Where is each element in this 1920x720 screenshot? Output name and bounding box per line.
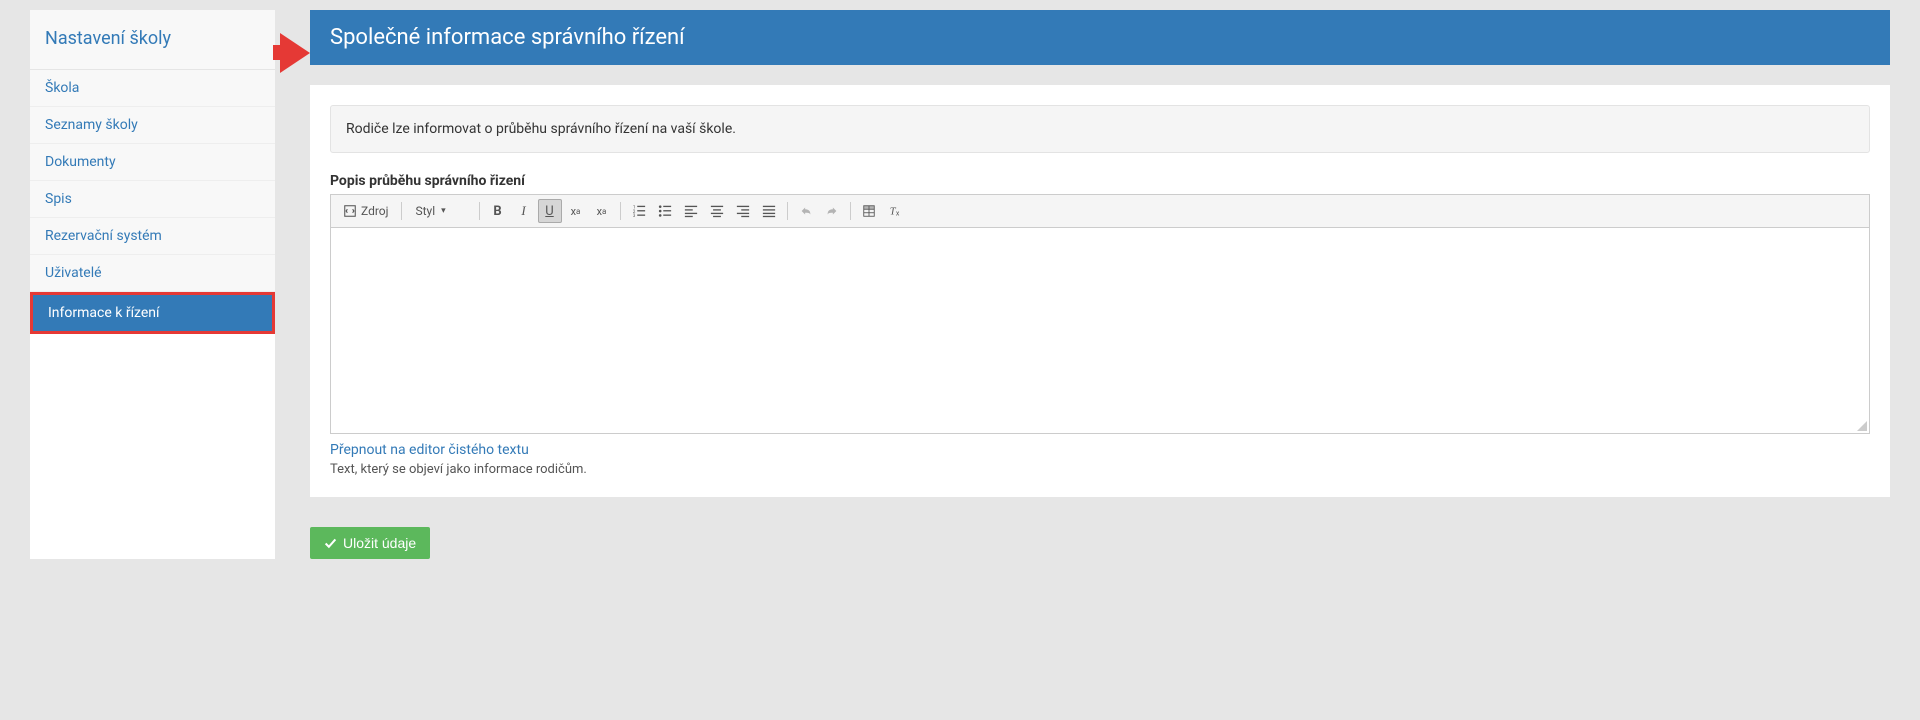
toolbar-separator	[620, 202, 621, 220]
styles-dropdown[interactable]: Styl	[408, 202, 473, 220]
field-label: Popis průběhu správního řizení	[330, 173, 1870, 189]
remove-format-button[interactable]: Tx	[883, 199, 907, 223]
save-button-label: Uložit údaje	[343, 535, 416, 551]
redo-button[interactable]	[820, 199, 844, 223]
field-help-text: Text, který se objeví jako informace rod…	[330, 462, 1870, 477]
sidebar-item-rezervacni[interactable]: Rezervační systém	[30, 218, 275, 255]
ordered-list-button[interactable]: 123	[627, 199, 651, 223]
undo-icon	[799, 204, 813, 218]
editor-textarea[interactable]	[331, 228, 1869, 433]
ordered-list-icon: 123	[632, 204, 646, 218]
svg-text:x: x	[895, 209, 899, 217]
resize-handle-icon[interactable]	[1857, 421, 1867, 431]
save-button[interactable]: Uložit údaje	[310, 527, 430, 559]
align-left-button[interactable]	[679, 199, 703, 223]
underline-button[interactable]: U	[538, 199, 562, 223]
table-button[interactable]	[857, 199, 881, 223]
svg-text:3: 3	[632, 214, 635, 218]
info-message: Rodiče lze informovat o průběhu správníh…	[330, 105, 1870, 153]
bold-button[interactable]: B	[486, 199, 510, 223]
table-icon	[862, 204, 876, 218]
unordered-list-button[interactable]	[653, 199, 677, 223]
sidebar-item-spis[interactable]: Spis	[30, 181, 275, 218]
sidebar: Nastavení školy Škola Seznamy školy Doku…	[30, 10, 275, 559]
italic-button[interactable]: I	[512, 199, 536, 223]
align-center-button[interactable]	[705, 199, 729, 223]
align-left-icon	[684, 204, 698, 218]
source-icon	[343, 204, 357, 218]
sidebar-item-dokumenty[interactable]: Dokumenty	[30, 144, 275, 181]
content-panel: Rodiče lze informovat o průběhu správníh…	[310, 85, 1890, 497]
sidebar-item-skola[interactable]: Škola	[30, 70, 275, 107]
rich-text-editor: Zdroj Styl B I U xa xa 123	[330, 194, 1870, 434]
superscript-button[interactable]: xa	[590, 199, 614, 223]
toolbar-separator	[787, 202, 788, 220]
toolbar-separator	[401, 202, 402, 220]
page-title: Společné informace správního řízení	[310, 10, 1890, 65]
align-right-icon	[736, 204, 750, 218]
toolbar-separator	[479, 202, 480, 220]
undo-button[interactable]	[794, 199, 818, 223]
align-center-icon	[710, 204, 724, 218]
align-justify-button[interactable]	[757, 199, 781, 223]
redo-icon	[825, 204, 839, 218]
main-content: Společné informace správního řízení Rodi…	[310, 10, 1890, 559]
subscript-button[interactable]: xa	[564, 199, 588, 223]
align-right-button[interactable]	[731, 199, 755, 223]
unordered-list-icon	[658, 204, 672, 218]
sidebar-item-uzivatele[interactable]: Uživatelé	[30, 255, 275, 292]
check-icon	[324, 537, 337, 550]
sidebar-title: Nastavení školy	[30, 10, 275, 70]
sidebar-item-seznamy[interactable]: Seznamy školy	[30, 107, 275, 144]
sidebar-item-informace[interactable]: Informace k řízení	[30, 292, 275, 334]
source-button[interactable]: Zdroj	[337, 202, 395, 220]
toolbar-separator	[850, 202, 851, 220]
pointer-arrow-icon	[280, 33, 310, 73]
editor-toolbar: Zdroj Styl B I U xa xa 123	[331, 195, 1869, 228]
source-label: Zdroj	[361, 204, 389, 218]
align-justify-icon	[762, 204, 776, 218]
switch-editor-link[interactable]: Přepnout na editor čistého textu	[330, 442, 529, 458]
remove-format-icon: Tx	[888, 204, 902, 218]
